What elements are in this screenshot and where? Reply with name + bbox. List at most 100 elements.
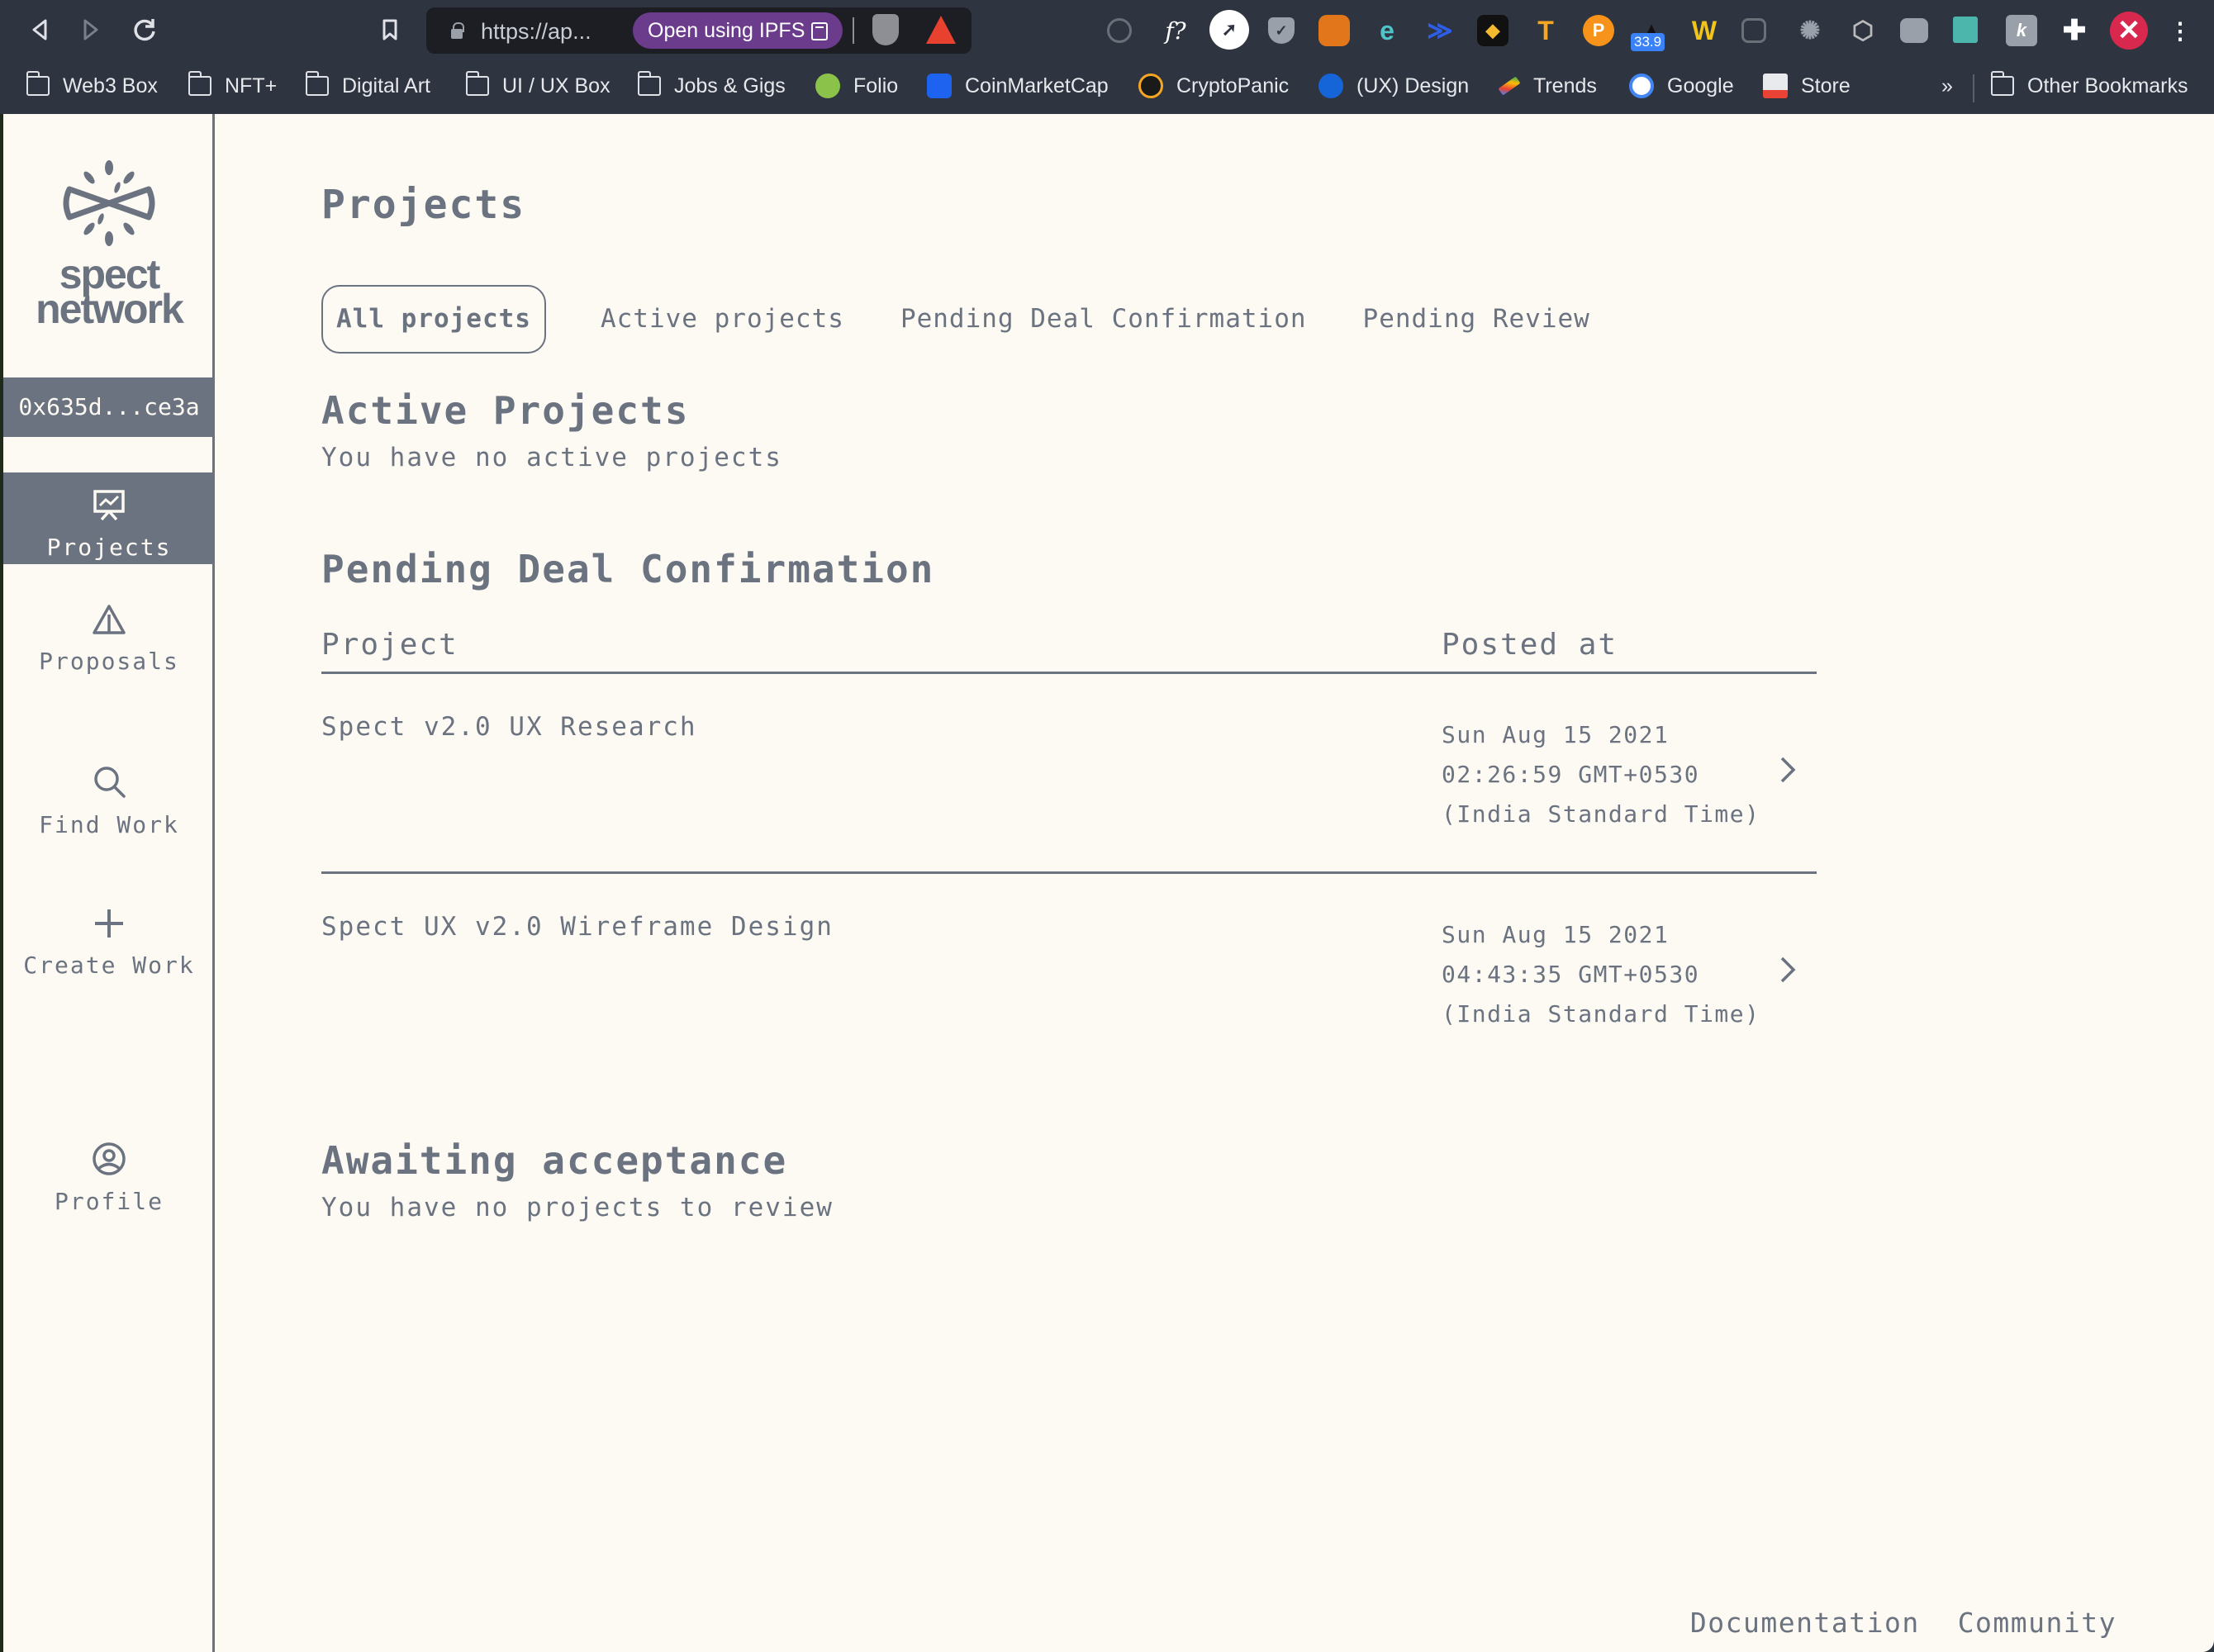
- bookmark-google[interactable]: Google: [1629, 71, 1734, 101]
- folder-icon: [26, 71, 50, 96]
- bookmark-folder-web3-box[interactable]: Web3 Box: [26, 71, 158, 101]
- sidebar-item-label: Proposals: [39, 648, 179, 675]
- community-link[interactable]: Community: [1958, 1607, 2117, 1639]
- extension-p-icon[interactable]: P: [1583, 15, 1614, 46]
- tab-active-projects[interactable]: Active projects: [599, 285, 846, 354]
- bookmark-page-button[interactable]: [373, 13, 406, 46]
- bookmark-label: NFT+: [225, 74, 278, 97]
- logo[interactable]: spect network: [3, 159, 215, 330]
- metamask-icon[interactable]: [1318, 15, 1350, 46]
- posted-timezone: (India Standard Time): [1442, 800, 1760, 828]
- bookmark-label: (UX) Design: [1356, 74, 1470, 97]
- extension-w-icon[interactable]: W: [1689, 15, 1720, 46]
- open-ipfs-label: Open using IPFS: [648, 19, 805, 42]
- pending-deal-table: Project Posted at Spect v2.0 UX Research…: [321, 628, 1817, 1074]
- extension-camera-icon[interactable]: [1900, 18, 1928, 43]
- sidebar-item-proposals[interactable]: Proposals: [3, 603, 215, 675]
- bookmark-cryptopanic[interactable]: CryptoPanic: [1138, 71, 1289, 101]
- bookmark-label: Digital Art: [342, 74, 430, 97]
- trends-favicon-icon: [1498, 76, 1521, 96]
- extension-gear-icon[interactable]: ✺: [1794, 15, 1826, 46]
- user-circle-icon: [93, 1142, 126, 1175]
- extension-chevrons-icon[interactable]: ≫: [1424, 15, 1456, 46]
- extension-k-icon[interactable]: k: [2006, 15, 2037, 46]
- lock-icon: [451, 22, 464, 39]
- folder-icon: [188, 71, 211, 96]
- posted-time: 04:43:35 GMT+0530: [1442, 961, 1700, 988]
- ux-design-favicon-icon: [1318, 74, 1343, 98]
- coinmarketcap-favicon-icon: [927, 74, 952, 98]
- bookmark-folio[interactable]: Folio: [815, 71, 898, 101]
- wallet-address-button[interactable]: 0x635d...ce3a: [3, 377, 215, 437]
- chevron-right-icon[interactable]: [1775, 753, 1800, 786]
- forward-button[interactable]: [74, 13, 107, 46]
- extension-key-icon[interactable]: T: [1530, 15, 1561, 46]
- bookmark-trends[interactable]: Trends: [1498, 71, 1597, 101]
- open-ipfs-button[interactable]: Open using IPFS: [633, 12, 843, 49]
- brave-shields-icon[interactable]: [872, 14, 899, 45]
- posted-time: 02:26:59 GMT+0530: [1442, 761, 1700, 788]
- profile-avatar-icon[interactable]: ✕: [2110, 12, 2148, 50]
- posted-date: Sun Aug 15 2021: [1442, 921, 1670, 948]
- extension-badge: 33.9: [1631, 33, 1665, 51]
- sidebar-item-create-work[interactable]: Create Work: [3, 907, 215, 979]
- documentation-link[interactable]: Documentation: [1690, 1607, 1920, 1639]
- extension-rocket-icon[interactable]: ➚: [1209, 10, 1249, 50]
- folder-icon: [1990, 71, 2014, 96]
- bookmark-coinmarketcap[interactable]: CoinMarketCap: [927, 71, 1109, 101]
- extension-info-icon[interactable]: [1107, 18, 1132, 43]
- tab-all-projects[interactable]: All projects: [321, 285, 546, 354]
- folio-favicon-icon: [815, 74, 840, 98]
- bookmark-folder-nft[interactable]: NFT+: [188, 71, 277, 101]
- extension-pocket-icon[interactable]: ✓: [1268, 17, 1295, 44]
- tab-pending-deal-confirmation[interactable]: Pending Deal Confirmation: [899, 285, 1309, 354]
- reload-button[interactable]: [128, 13, 161, 46]
- active-projects-empty-text: You have no active projects: [321, 443, 782, 472]
- bookmarks-overflow-button[interactable]: »: [1941, 71, 1953, 101]
- table-row[interactable]: Spect UX v2.0 Wireframe Design Sun Aug 1…: [321, 874, 1817, 1074]
- forward-icon: [83, 19, 98, 40]
- url-text[interactable]: https://ap...: [481, 19, 592, 45]
- bookmark-folder-jobs-gigs[interactable]: Jobs & Gigs: [637, 71, 786, 101]
- sidebar-item-profile[interactable]: Profile: [3, 1142, 215, 1215]
- overflow-label: »: [1941, 74, 1953, 97]
- sidebar-item-label: Profile: [54, 1188, 164, 1215]
- bookmark-ux-design[interactable]: (UX) Design: [1318, 71, 1469, 101]
- chevron-right-icon[interactable]: [1775, 953, 1800, 986]
- project-name: Spect UX v2.0 Wireframe Design: [321, 912, 834, 942]
- folder-icon: [465, 71, 489, 96]
- address-bar[interactable]: https://ap... Open using IPFS: [426, 7, 972, 54]
- posted-at: Sun Aug 15 2021 02:26:59 GMT+0530 (India…: [1442, 715, 1760, 834]
- bookmark-label: CoinMarketCap: [965, 74, 1109, 97]
- sidebar: spect network 0x635d...ce3a Projects Pro…: [3, 114, 215, 1652]
- active-projects-heading: Active Projects: [321, 388, 690, 433]
- awaiting-acceptance-empty-text: You have no projects to review: [321, 1193, 834, 1222]
- table-row[interactable]: Spect v2.0 UX Research Sun Aug 15 2021 0…: [321, 674, 1817, 874]
- extension-barcode-icon[interactable]: [1741, 18, 1766, 43]
- back-button[interactable]: [23, 13, 56, 46]
- extensions-puzzle-icon[interactable]: ✚: [2059, 15, 2090, 46]
- store-favicon-icon: [1763, 74, 1788, 98]
- awaiting-acceptance-heading: Awaiting acceptance: [321, 1138, 788, 1183]
- extension-e-icon[interactable]: e: [1371, 15, 1403, 46]
- posted-timezone: (India Standard Time): [1442, 1000, 1760, 1028]
- bookmark-label: Other Bookmarks: [2027, 74, 2188, 97]
- bookmark-folder-digital-art[interactable]: Digital Art: [305, 71, 430, 101]
- bookmark-store[interactable]: Store: [1763, 71, 1851, 101]
- bookmark-label: CryptoPanic: [1176, 74, 1290, 97]
- spect-logo-icon: [63, 160, 155, 246]
- brave-rewards-icon[interactable]: [926, 16, 956, 44]
- extension-f-icon[interactable]: f?: [1160, 15, 1191, 46]
- bookmark-label: Jobs & Gigs: [674, 74, 786, 97]
- bookmark-folder-other[interactable]: Other Bookmarks: [1990, 71, 2188, 101]
- extension-book-icon[interactable]: [1953, 17, 1978, 43]
- bookmark-label: Web3 Box: [63, 74, 158, 97]
- browser-menu-icon[interactable]: ⋮: [2164, 15, 2196, 46]
- binance-wallet-icon[interactable]: ◆: [1477, 15, 1508, 46]
- folder-icon: [637, 71, 661, 96]
- extension-cube-icon[interactable]: ⬡: [1847, 15, 1879, 46]
- sidebar-item-find-work[interactable]: Find Work: [3, 763, 215, 838]
- tab-pending-review[interactable]: Pending Review: [1361, 285, 1592, 354]
- sidebar-item-projects[interactable]: Projects: [3, 472, 215, 564]
- bookmark-folder-ui-ux-box[interactable]: UI / UX Box: [465, 71, 611, 101]
